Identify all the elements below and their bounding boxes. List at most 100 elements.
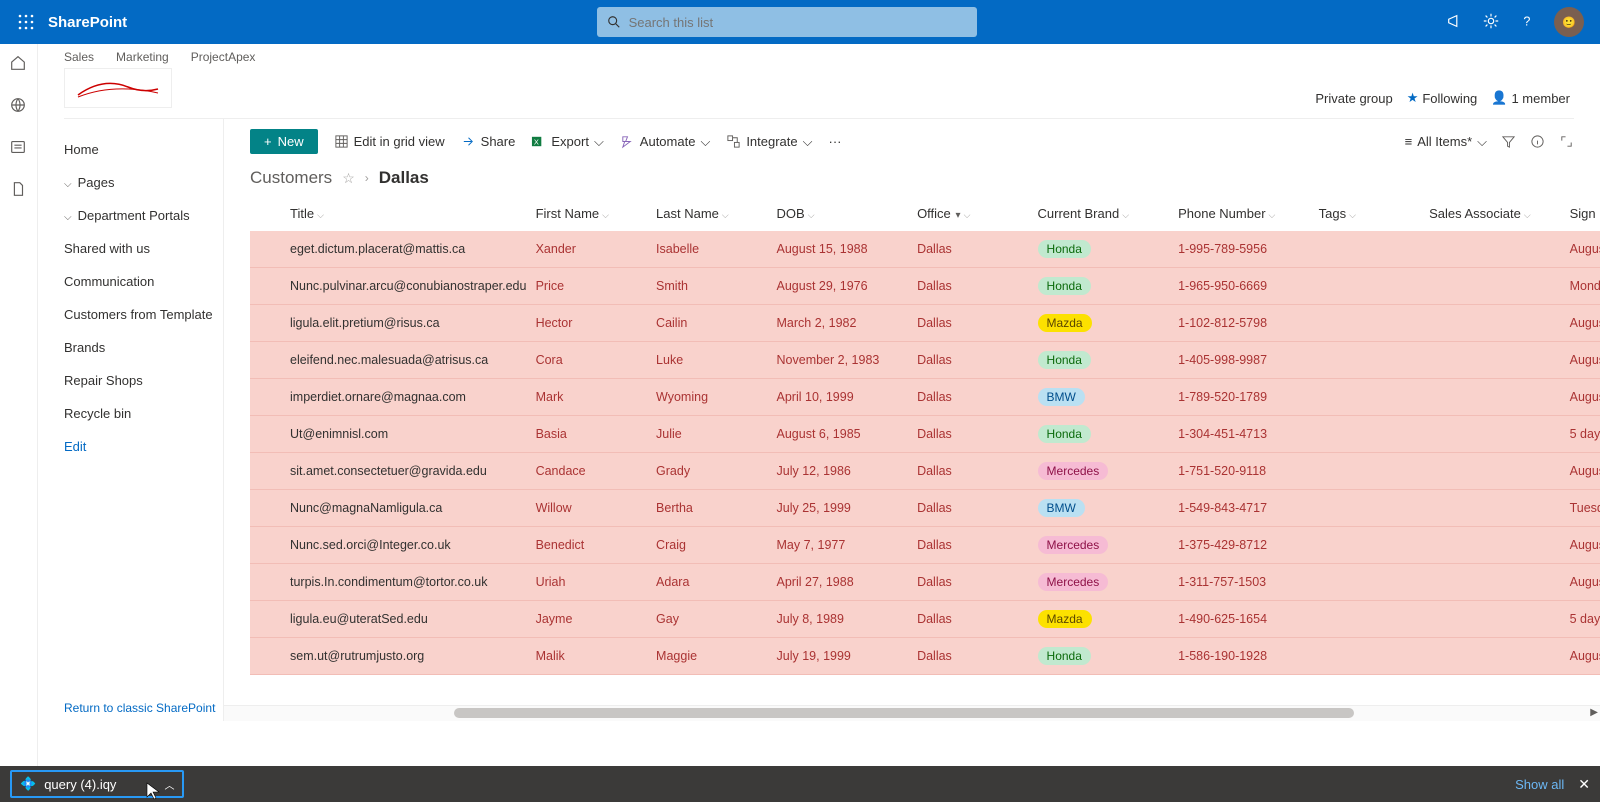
show-all-link[interactable]: Show all <box>1515 777 1564 792</box>
cell-phone: 1-789-520-1789 <box>1178 379 1319 416</box>
info-icon[interactable] <box>1530 134 1545 149</box>
cell-assoc <box>1429 601 1570 638</box>
parent-list-name[interactable]: Customers <box>250 168 332 188</box>
close-icon[interactable]: ✕ <box>1578 776 1590 793</box>
globe-icon[interactable] <box>9 96 29 116</box>
cell-office: Dallas <box>917 638 1037 675</box>
table-row[interactable]: turpis.In.condimentum@tortor.co.ukUriahA… <box>250 564 1600 601</box>
download-chip[interactable]: 💠 query (4).iqy ︿ <box>10 770 184 798</box>
search-box[interactable] <box>597 7 977 37</box>
column-header[interactable]: Tags⌵ <box>1319 196 1429 231</box>
cell-last: Maggie <box>656 638 776 675</box>
integrate-button[interactable]: Integrate ⌵ <box>726 134 812 150</box>
nav-item[interactable]: Brands <box>64 331 223 364</box>
column-header[interactable]: DOB⌵ <box>777 196 918 231</box>
scroll-right-arrow[interactable]: ▶ <box>1590 707 1598 718</box>
cell-sign: August <box>1570 231 1600 268</box>
return-classic-link[interactable]: Return to classic SharePoint <box>64 701 215 715</box>
cell-office: Dallas <box>917 379 1037 416</box>
table-row[interactable]: Nunc.sed.orci@Integer.co.ukBenedictCraig… <box>250 527 1600 564</box>
filter-icon[interactable] <box>1501 134 1516 149</box>
settings-icon[interactable] <box>1482 12 1500 33</box>
search-input[interactable] <box>629 15 967 30</box>
nav-item[interactable]: ⌵Department Portals <box>64 199 223 232</box>
table-row[interactable]: sem.ut@rutrumjusto.orgMalikMaggieJuly 19… <box>250 638 1600 675</box>
site-logo[interactable] <box>64 68 172 108</box>
nav-item[interactable]: Shared with us <box>64 232 223 265</box>
breadcrumb-item[interactable]: ProjectApex <box>191 50 256 64</box>
chevron-down-icon: ⌵ <box>602 210 609 220</box>
export-button[interactable]: XExport ⌵ <box>531 134 603 150</box>
table-row[interactable]: ligula.eu@uteratSed.eduJaymeGayJuly 8, 1… <box>250 601 1600 638</box>
table-row[interactable]: sit.amet.consectetuer@gravida.eduCandace… <box>250 453 1600 490</box>
nav-item[interactable]: Customers from Template <box>64 298 223 331</box>
user-avatar[interactable]: 🙂 <box>1554 7 1584 37</box>
table-row[interactable]: imperdiet.ornare@magnaa.comMarkWyomingAp… <box>250 379 1600 416</box>
nav-item[interactable]: ⌵Pages <box>64 166 223 199</box>
breadcrumb-item[interactable]: Marketing <box>116 50 169 64</box>
chevron-down-icon: ⌵ <box>64 179 72 190</box>
files-icon[interactable] <box>9 180 29 200</box>
chevron-right-icon: › <box>365 171 369 185</box>
column-header[interactable]: Office ▾⌵ <box>917 196 1037 231</box>
left-nav: Home⌵Pages⌵Department PortalsShared with… <box>38 119 224 721</box>
more-button[interactable]: ··· <box>829 134 842 149</box>
nav-item[interactable]: Communication <box>64 265 223 298</box>
cell-office: Dallas <box>917 231 1037 268</box>
chevron-down-icon: ⌵ <box>700 134 710 150</box>
column-header[interactable]: Last Name⌵ <box>656 196 776 231</box>
favorite-star-icon[interactable]: ☆ <box>342 170 355 187</box>
column-header[interactable]: Sign U⌵ <box>1570 196 1600 231</box>
home-icon[interactable] <box>9 54 29 74</box>
cell-phone: 1-311-757-1503 <box>1178 564 1319 601</box>
column-header[interactable]: First Name⌵ <box>536 196 656 231</box>
cell-title: ligula.elit.pretium@risus.ca <box>250 305 536 342</box>
cell-sign: Monda <box>1570 268 1600 305</box>
column-header[interactable]: Title⌵ <box>250 196 536 231</box>
app-launcher-icon[interactable] <box>10 6 42 38</box>
cell-brand: Mercedes <box>1038 564 1179 601</box>
chevron-up-icon[interactable]: ︿ <box>164 777 174 792</box>
cell-assoc <box>1429 638 1570 675</box>
cell-last: Bertha <box>656 490 776 527</box>
nav-item[interactable]: Home <box>64 133 223 166</box>
cell-brand: Honda <box>1038 416 1179 453</box>
new-button[interactable]: +New <box>250 129 318 154</box>
cell-office: Dallas <box>917 490 1037 527</box>
edit-grid-button[interactable]: Edit in grid view <box>334 134 445 149</box>
table-row[interactable]: eleifend.nec.malesuada@atrisus.caCoraLuk… <box>250 342 1600 379</box>
cell-sign: Tuesda <box>1570 490 1600 527</box>
breadcrumb-item[interactable]: Sales <box>64 50 94 64</box>
share-button[interactable]: Share <box>461 134 516 149</box>
follow-button[interactable]: ★Following <box>1407 90 1478 106</box>
expand-icon[interactable] <box>1559 134 1574 149</box>
cell-assoc <box>1429 342 1570 379</box>
automate-button[interactable]: Automate ⌵ <box>620 134 711 150</box>
column-label: First Name <box>536 206 600 221</box>
nav-item-label: Brands <box>64 340 105 355</box>
help-icon[interactable]: ? <box>1518 12 1536 33</box>
nav-item[interactable]: Edit <box>64 430 223 463</box>
cell-title: turpis.In.condimentum@tortor.co.uk <box>250 564 536 601</box>
column-header[interactable]: Phone Number⌵ <box>1178 196 1319 231</box>
members-button[interactable]: 👤1 member <box>1491 90 1570 106</box>
cell-assoc <box>1429 231 1570 268</box>
megaphone-icon[interactable] <box>1446 12 1464 33</box>
column-header[interactable]: Current Brand⌵ <box>1038 196 1179 231</box>
nav-item[interactable]: Repair Shops <box>64 364 223 397</box>
chevron-down-icon: ⌵ <box>803 134 813 150</box>
table-row[interactable]: Ut@enimnisl.comBasiaJulieAugust 6, 1985D… <box>250 416 1600 453</box>
cell-first: Basia <box>536 416 656 453</box>
news-icon[interactable] <box>9 138 29 158</box>
view-selector[interactable]: ≡ All Items* ⌵ <box>1405 134 1487 150</box>
column-header[interactable]: Sales Associate⌵ <box>1429 196 1570 231</box>
cell-first: Cora <box>536 342 656 379</box>
cell-last: Adara <box>656 564 776 601</box>
nav-item[interactable]: Recycle bin <box>64 397 223 430</box>
table-row[interactable]: eget.dictum.placerat@mattis.caXanderIsab… <box>250 231 1600 268</box>
table-row[interactable]: ligula.elit.pretium@risus.caHectorCailin… <box>250 305 1600 342</box>
table-row[interactable]: Nunc.pulvinar.arcu@conubianostraper.eduP… <box>250 268 1600 305</box>
scrollbar-thumb[interactable] <box>454 708 1354 718</box>
horizontal-scrollbar[interactable]: ▶ <box>224 705 1600 721</box>
table-row[interactable]: Nunc@magnaNamligula.caWillowBerthaJuly 2… <box>250 490 1600 527</box>
